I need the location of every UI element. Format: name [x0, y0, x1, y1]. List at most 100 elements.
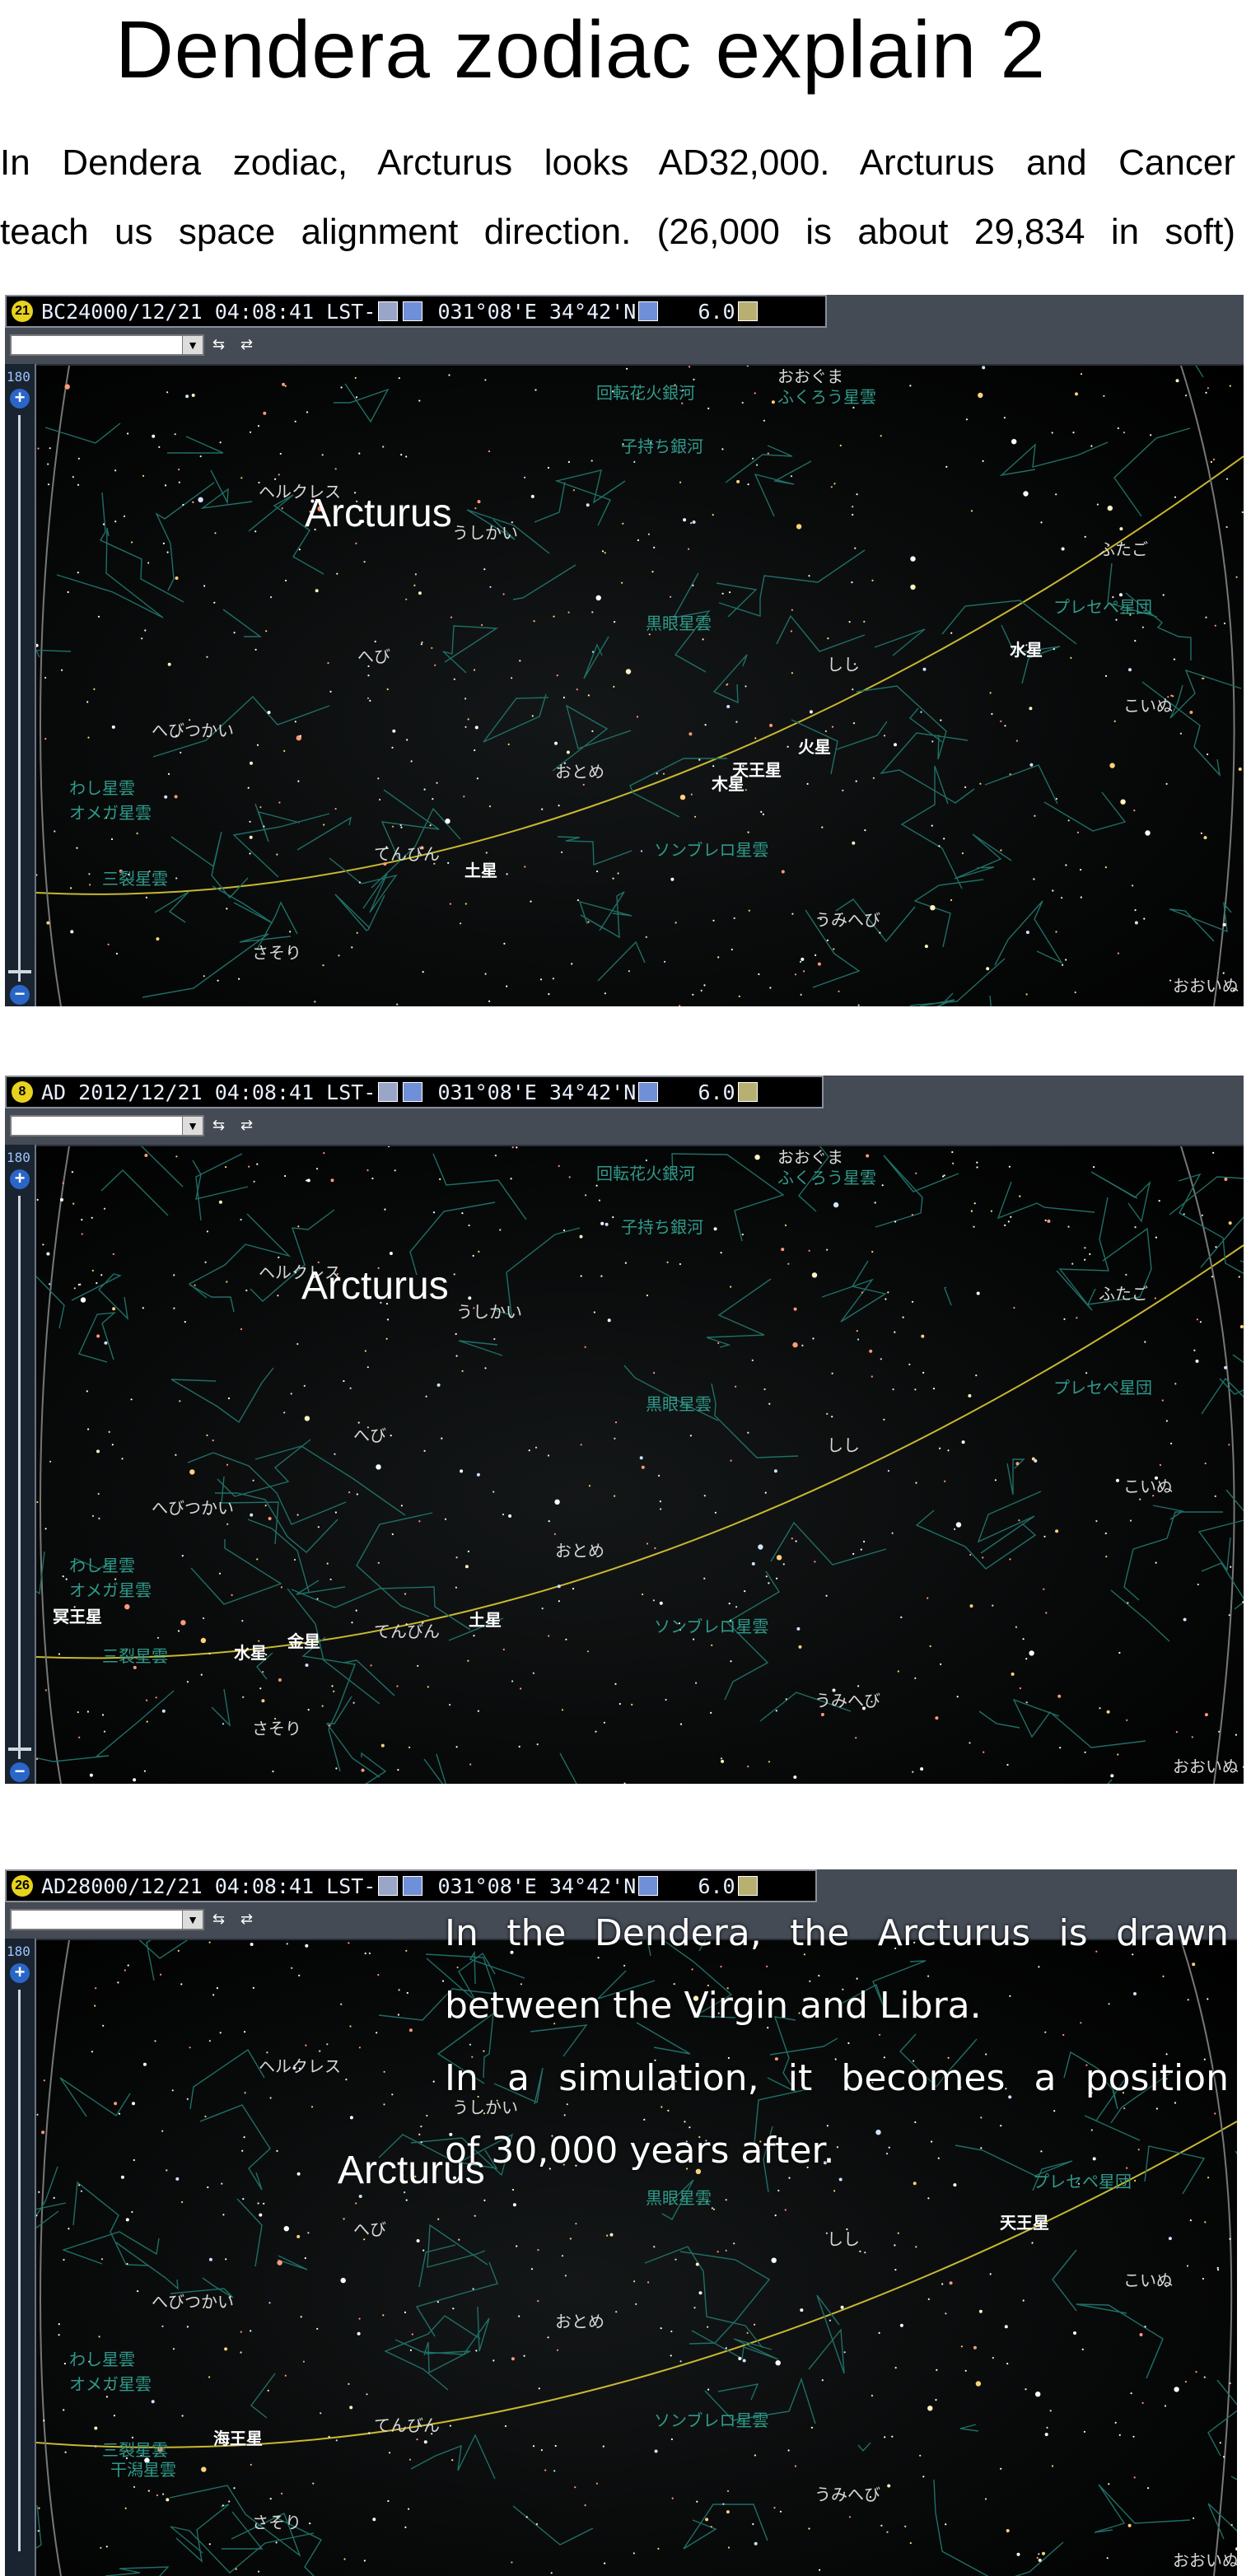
- constellation-line: [711, 1383, 799, 1458]
- star: [319, 2050, 321, 2052]
- star: [343, 2558, 346, 2560]
- zoom-slider[interactable]: [18, 415, 21, 982]
- star: [992, 2357, 994, 2359]
- link-icon[interactable]: ⇆: [212, 336, 231, 354]
- sync-icon[interactable]: ⇄: [240, 336, 259, 354]
- zoom-slider[interactable]: [18, 1990, 21, 2551]
- location-icon[interactable]: [638, 301, 659, 321]
- star: [625, 669, 632, 674]
- star: [118, 2112, 121, 2115]
- object-select[interactable]: ▼: [10, 1909, 204, 1930]
- star-chart[interactable]: ヘルクレス うしかい へび へびつかい わし星雲 オメガ星雲 三裂星雲 てんびん…: [36, 1146, 1244, 1784]
- constellation-line: [254, 803, 301, 842]
- globe-icon[interactable]: [403, 1082, 423, 1102]
- globe-icon[interactable]: [403, 1876, 423, 1896]
- zoom-bar[interactable]: 180 + −: [5, 1145, 36, 1784]
- star: [1033, 878, 1035, 880]
- star: [78, 1736, 81, 1738]
- telescope-icon[interactable]: [378, 1876, 399, 1896]
- star: [735, 721, 738, 723]
- star: [94, 2004, 96, 2007]
- star-chart[interactable]: ヘルクレス うしかい へび へびつかい わし星雲 オメガ星雲 三裂星雲 てんびん…: [36, 366, 1244, 1006]
- star: [1150, 434, 1152, 436]
- star: [63, 2409, 65, 2411]
- const-label-ophiuchus: へびつかい: [152, 1498, 234, 1518]
- star: [856, 493, 858, 496]
- zoom-out-icon[interactable]: −: [10, 1762, 30, 1782]
- star: [142, 1307, 144, 1309]
- star: [558, 805, 560, 807]
- star: [278, 1678, 282, 1682]
- location-icon[interactable]: [638, 1082, 659, 1102]
- star: [774, 2214, 777, 2217]
- zoom-bar[interactable]: 180 + −: [5, 364, 36, 1006]
- star: [178, 481, 180, 483]
- zoom-in-icon[interactable]: +: [10, 1169, 30, 1189]
- star: [94, 2426, 98, 2430]
- zoom-in-icon[interactable]: +: [10, 389, 30, 408]
- star: [253, 1180, 255, 1183]
- star: [100, 2546, 102, 2549]
- star: [37, 2530, 40, 2532]
- star: [208, 2543, 211, 2546]
- star: [408, 2028, 413, 2032]
- sync-icon[interactable]: ⇄: [240, 1117, 259, 1135]
- star: [91, 1216, 93, 1219]
- star: [36, 1500, 39, 1504]
- star: [989, 2273, 992, 2275]
- star: [532, 1672, 535, 1674]
- zoom-slider[interactable]: [18, 1196, 21, 1759]
- star: [97, 615, 100, 618]
- star: [240, 2351, 242, 2354]
- star: [894, 1331, 896, 1333]
- star: [58, 1653, 60, 1655]
- star: [177, 1630, 180, 1632]
- zoom-knob[interactable]: [8, 1748, 31, 1751]
- star: [418, 1520, 421, 1523]
- zoom-out-icon[interactable]: −: [10, 985, 30, 1005]
- star: [364, 1952, 366, 1955]
- link-icon[interactable]: ⇆: [212, 1911, 231, 1929]
- sync-icon[interactable]: ⇄: [240, 1911, 259, 1929]
- chevron-down-icon[interactable]: ▼: [182, 1117, 203, 1135]
- link-icon[interactable]: ⇆: [212, 1117, 231, 1135]
- object-select[interactable]: ▼: [10, 334, 204, 356]
- const-label-scorpius: さそり: [252, 1719, 301, 1738]
- star: [806, 782, 809, 785]
- constellation-line: [1207, 2503, 1237, 2540]
- zoom-in-icon[interactable]: +: [10, 1963, 30, 1983]
- telescope-icon[interactable]: [378, 1082, 399, 1102]
- star: [173, 1274, 175, 1276]
- zoom-bar[interactable]: 180 +: [5, 1939, 36, 2576]
- star: [357, 1421, 360, 1424]
- star: [437, 2218, 440, 2220]
- star: [580, 1275, 582, 1277]
- star: [467, 718, 469, 721]
- star: [871, 579, 874, 581]
- star: [44, 738, 47, 740]
- galaxy-label-black-eye: 黒眼星雲: [646, 614, 712, 633]
- location-icon[interactable]: [638, 1876, 659, 1896]
- camera-icon[interactable]: [737, 1082, 758, 1102]
- star: [484, 973, 487, 975]
- chevron-down-icon[interactable]: ▼: [182, 1911, 203, 1929]
- star: [1195, 2371, 1197, 2373]
- star: [741, 401, 744, 404]
- star: [447, 861, 450, 864]
- camera-icon[interactable]: [737, 1876, 758, 1896]
- star: [422, 971, 424, 973]
- constellation-line: [356, 1512, 433, 1617]
- telescope-icon[interactable]: [378, 301, 399, 321]
- object-select[interactable]: ▼: [10, 1115, 204, 1136]
- magnitude-readout: 6.0: [698, 1080, 735, 1104]
- star: [77, 572, 79, 574]
- star: [96, 1334, 100, 1338]
- globe-icon[interactable]: [403, 301, 423, 321]
- star: [798, 1645, 802, 1649]
- zoom-knob[interactable]: [8, 970, 31, 973]
- camera-icon[interactable]: [737, 301, 758, 321]
- chevron-down-icon[interactable]: ▼: [182, 336, 203, 354]
- star: [894, 743, 897, 747]
- star: [952, 1162, 955, 1164]
- star: [754, 2323, 756, 2326]
